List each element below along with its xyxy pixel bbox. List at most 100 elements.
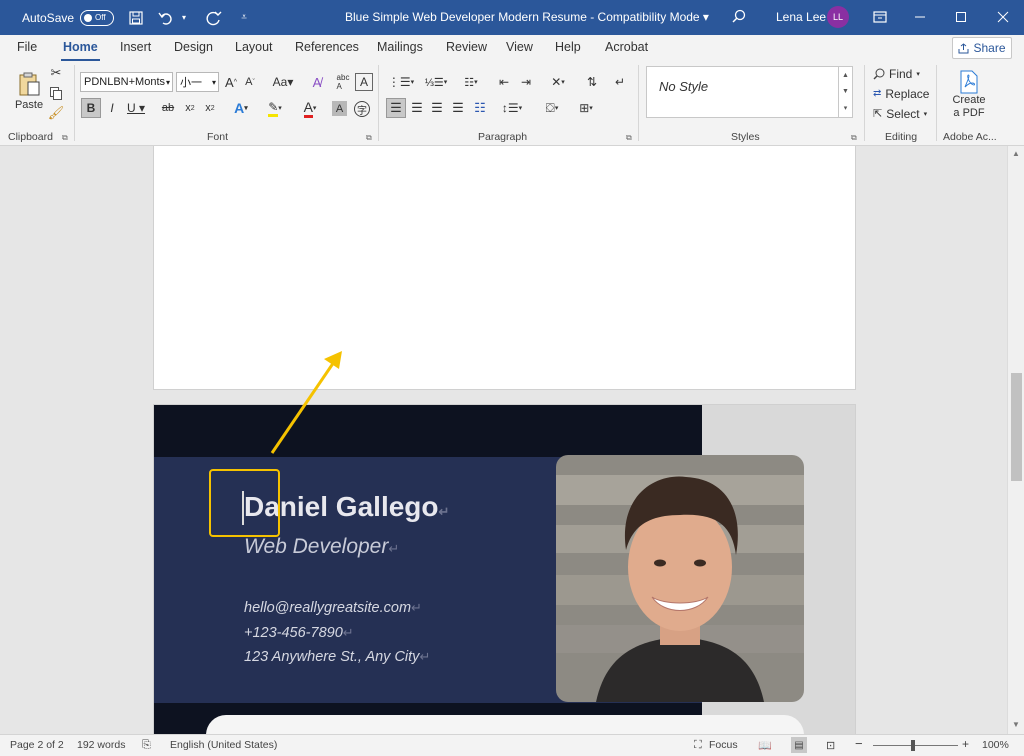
- subscript-button[interactable]: x2: [182, 98, 198, 118]
- user-name[interactable]: Lena Lee: [776, 10, 826, 24]
- shading-icon[interactable]: ⛋ ▾: [537, 98, 567, 118]
- search-icon[interactable]: [732, 9, 746, 26]
- tab-review[interactable]: Review: [446, 40, 487, 54]
- zoom-out-icon[interactable]: −: [855, 736, 863, 751]
- font-color-icon[interactable]: A ▾: [297, 98, 323, 118]
- styles-scroll[interactable]: ▲ ▼ ▾: [838, 67, 852, 117]
- autosave-toggle[interactable]: Off: [80, 9, 115, 26]
- word-count[interactable]: 192 words: [77, 739, 125, 751]
- change-case-icon[interactable]: Aa▾: [270, 73, 296, 91]
- focus-button[interactable]: Focus: [709, 739, 738, 751]
- scroll-thumb[interactable]: [1011, 373, 1022, 481]
- style-no-style[interactable]: No Style: [659, 79, 708, 94]
- resume-address[interactable]: 123 Anywhere St., Any City↵: [244, 649, 430, 665]
- page-1[interactable]: [153, 146, 856, 390]
- superscript-button[interactable]: x2: [202, 98, 218, 118]
- resume-phone[interactable]: +123-456-7890↵: [244, 625, 354, 641]
- tab-mailings[interactable]: Mailings: [377, 40, 423, 54]
- print-layout-icon[interactable]: ▤: [791, 737, 807, 753]
- tab-help[interactable]: Help: [555, 40, 581, 54]
- styles-down-icon[interactable]: ▼: [842, 88, 849, 95]
- highlight-color-icon[interactable]: ✎ ▾: [262, 98, 288, 118]
- align-right-button[interactable]: ☰: [428, 98, 446, 118]
- tab-home[interactable]: Home: [61, 40, 100, 62]
- undo-icon[interactable]: [158, 10, 174, 26]
- sort-icon[interactable]: ⇅: [583, 72, 601, 92]
- language[interactable]: English (United States): [170, 739, 277, 751]
- text-effects-icon[interactable]: A ▾: [228, 98, 254, 118]
- styles-more-icon[interactable]: ▾: [844, 104, 848, 112]
- select-button[interactable]: ⇱ Select ▾: [873, 105, 927, 122]
- borders-icon[interactable]: ⊞ ▾: [571, 98, 601, 118]
- multilevel-list-icon[interactable]: ☷ ▾: [456, 72, 486, 92]
- show-formatting-marks-icon[interactable]: ↵: [611, 72, 629, 92]
- share-button[interactable]: Share: [952, 37, 1012, 59]
- vertical-scrollbar[interactable]: ▲ ▼: [1007, 146, 1024, 734]
- styles-up-icon[interactable]: ▲: [842, 72, 849, 79]
- center-button[interactable]: ☰: [408, 98, 426, 118]
- resume-email[interactable]: hello@reallygreatsite.com↵: [244, 600, 422, 616]
- align-left-button[interactable]: ☰: [386, 98, 406, 118]
- numbering-icon[interactable]: ⅓☰ ▾: [421, 72, 451, 92]
- font-launcher-icon[interactable]: ⧉: [366, 133, 372, 143]
- replace-button[interactable]: ⇄ Replace: [873, 85, 929, 102]
- zoom-slider-thumb[interactable]: [911, 740, 915, 751]
- strikethrough-button[interactable]: ab: [158, 98, 178, 118]
- document-title[interactable]: Blue Simple Web Developer Modern Resume …: [345, 10, 709, 24]
- maximize-icon[interactable]: [953, 9, 969, 25]
- scroll-down-icon[interactable]: ▼: [1012, 720, 1020, 729]
- tab-insert[interactable]: Insert: [120, 40, 151, 54]
- select-dropdown-icon[interactable]: ▾: [924, 110, 928, 118]
- zoom-in-icon[interactable]: +: [962, 737, 969, 751]
- read-mode-icon[interactable]: 📖: [758, 739, 772, 752]
- zoom-slider[interactable]: [873, 745, 958, 746]
- resume-title[interactable]: Web Developer↵: [244, 535, 399, 559]
- styles-launcher-icon[interactable]: ⧉: [851, 133, 857, 143]
- font-size-dropdown-icon[interactable]: ▾: [212, 78, 216, 87]
- page-count[interactable]: Page 2 of 2: [10, 739, 64, 751]
- chinese-layout-icon[interactable]: ✕ ▾: [543, 72, 573, 92]
- justify-button[interactable]: ☰: [449, 98, 467, 118]
- zoom-level[interactable]: 100%: [982, 739, 1009, 751]
- page-2[interactable]: Daniel Gallego↵ Web Developer↵ hello@rea…: [153, 404, 856, 734]
- ribbon-display-icon[interactable]: [872, 9, 888, 25]
- create-pdf-button[interactable]: Create a PDF: [946, 67, 992, 123]
- clear-formatting-icon[interactable]: A̸: [308, 73, 326, 91]
- bold-button[interactable]: B: [81, 98, 101, 118]
- shrink-font-icon[interactable]: Aˇ: [241, 73, 259, 91]
- bullets-icon[interactable]: ⋮☰ ▾: [386, 72, 416, 92]
- tab-acrobat[interactable]: Acrobat: [605, 40, 648, 54]
- customize-toolbar-icon[interactable]: ⩡: [236, 10, 252, 26]
- avatar[interactable]: LL: [827, 6, 849, 28]
- find-dropdown-icon[interactable]: ▾: [916, 70, 920, 78]
- grow-font-icon[interactable]: A ^: [222, 73, 240, 91]
- web-layout-icon[interactable]: ⊡: [826, 739, 835, 752]
- enclose-characters-icon[interactable]: 字: [354, 101, 370, 117]
- save-icon[interactable]: [128, 10, 144, 26]
- undo-dropdown-icon[interactable]: ▾: [176, 10, 192, 26]
- increase-indent-icon[interactable]: ⇥: [517, 72, 535, 92]
- distributed-button[interactable]: ☷: [471, 98, 489, 118]
- font-size-box[interactable]: 小一 ▾: [176, 72, 219, 92]
- character-shading-icon[interactable]: A: [332, 101, 347, 116]
- styles-gallery[interactable]: No Style ▲ ▼ ▾: [646, 66, 853, 118]
- font-name-dropdown-icon[interactable]: ▾: [166, 78, 170, 87]
- character-border-icon[interactable]: A: [355, 73, 373, 91]
- paste-button[interactable]: Paste: [15, 67, 43, 115]
- cut-icon[interactable]: ✂: [48, 65, 64, 81]
- proofing-icon[interactable]: ⎘: [142, 739, 151, 752]
- tab-references[interactable]: References: [295, 40, 359, 54]
- font-name-box[interactable]: PDNLBN+Monts ▾: [80, 72, 173, 92]
- copy-icon[interactable]: [48, 85, 64, 101]
- decrease-indent-icon[interactable]: ⇤: [495, 72, 513, 92]
- document-area[interactable]: Daniel Gallego↵ Web Developer↵ hello@rea…: [0, 146, 1024, 734]
- italic-button[interactable]: I: [104, 98, 120, 118]
- tab-layout[interactable]: Layout: [235, 40, 273, 54]
- tab-file[interactable]: File: [17, 40, 37, 54]
- tab-design[interactable]: Design: [174, 40, 213, 54]
- paragraph-launcher-icon[interactable]: ⧉: [626, 133, 632, 143]
- scroll-up-icon[interactable]: ▲: [1012, 149, 1020, 158]
- minimize-icon[interactable]: [912, 9, 928, 25]
- underline-button[interactable]: U ▾: [124, 98, 148, 118]
- close-icon[interactable]: [995, 9, 1011, 25]
